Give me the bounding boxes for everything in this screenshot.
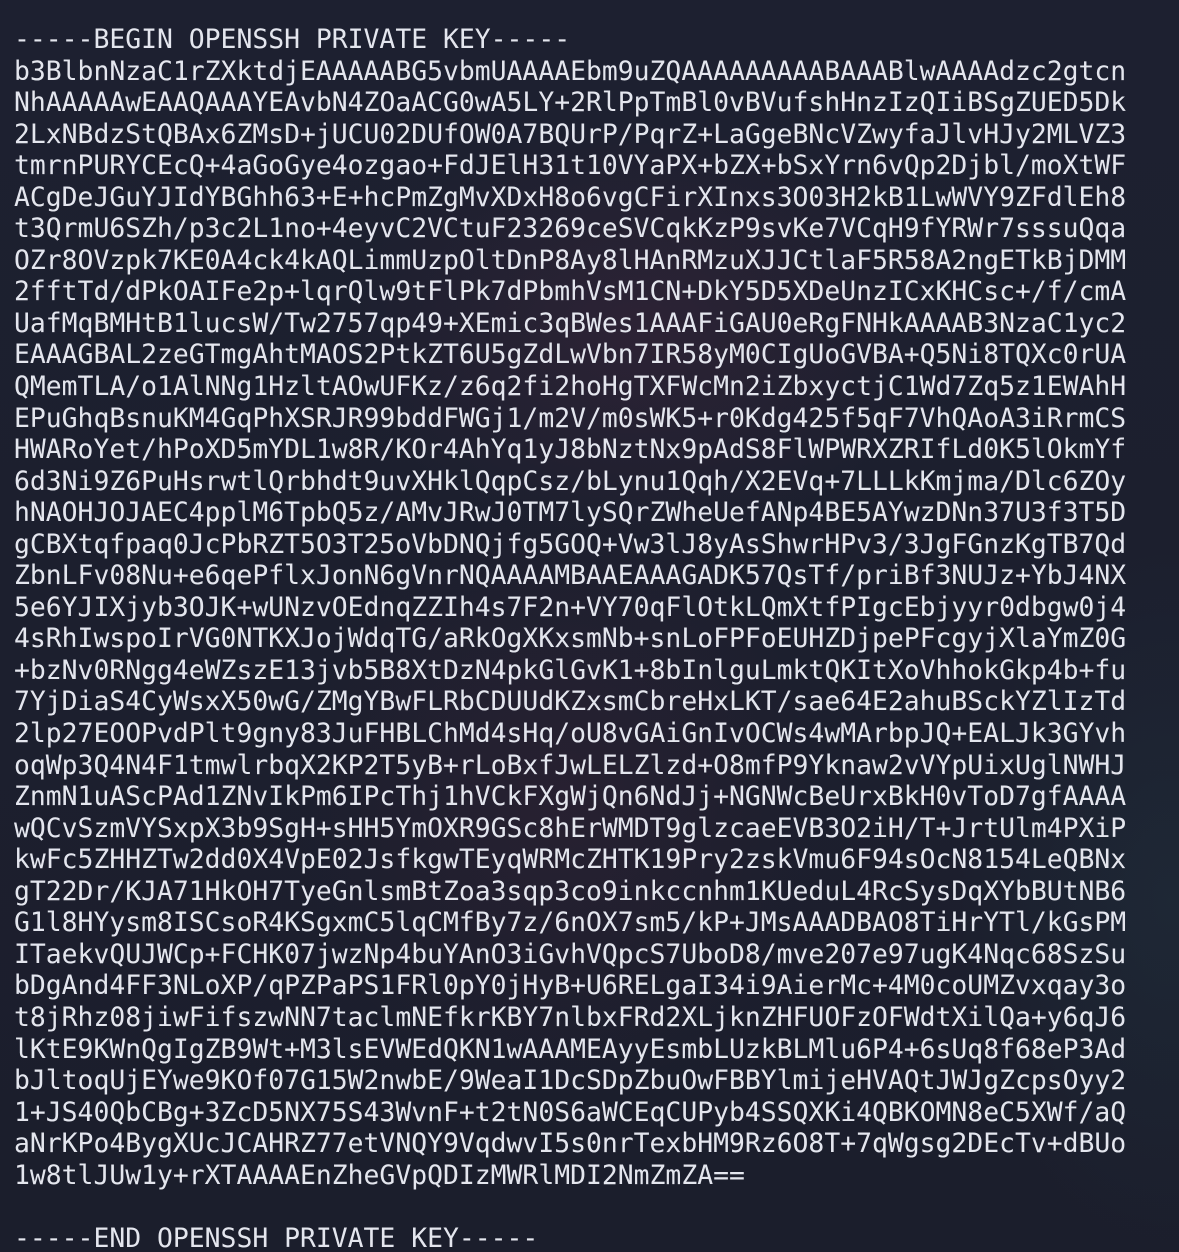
key-line: QMemTLA/o1AlNNg1HzltAOwUFKz/z6q2fi2hoHgT… [14,371,1127,403]
key-line: +bzNv0RNgg4eWZszE13jvb5B8XtDzN4pkGlGvK1+… [14,654,1127,686]
key-line: b3BlbnNzaC1rZXktdjEAAAAABG5vbmUAAAAEbm9u… [14,55,1127,87]
key-line: NhAAAAAwEAAQAAAYEAvbN4ZOaACG0wA5LY+2RlPp… [14,87,1127,119]
key-line: 7YjDiaS4CyWsxX50wG/ZMgYBwFLRbCDUUdKZxsmC… [14,686,1127,718]
key-line: 5e6YJIXjyb3OJK+wUNzvOEdnqZZIh4s7F2n+VY70… [14,591,1127,623]
key-line: OZr8OVzpk7KE0A4ck4kAQLimmUzpOltDnP8Ay8lH… [14,244,1127,276]
key-line: EAAAGBAL2zeGTmgAhtMAOS2PtkZT6U5gZdLwVbn7… [14,339,1127,371]
key-line: 2lp27EOOPvdPlt9gny83JuFHBLChMd4sHq/oU8vG… [14,718,1127,750]
key-line: 4sRhIwspoIrVG0NTKXJojWdqTG/aRkOgXKxsmNb+… [14,623,1127,655]
key-line: lKtE9KWnQgIgZB9Wt+M3lsEVWEdQKN1wAAAMEAyy… [14,1033,1127,1065]
key-line: EPuGhqBsnuKM4GqPhXSRJR99bddFWGj1/m2V/m0s… [14,402,1127,434]
key-line [14,1191,1126,1223]
key-line: G1l8HYysm8ISCsoR4KSgxmC5lqCMfBy7z/6nOX7s… [14,907,1127,939]
key-line: gT22Dr/KJA71HkOH7TyeGnlsmBtZoa3sqp3co9in… [14,875,1127,907]
key-line: kwFc5ZHHZTw2dd0X4VpE02JsfkgwTEyqWRMcZHTK… [14,844,1127,876]
key-line: bDgAnd4FF3NLoXP/qPZPaPS1FRl0pY0jHyB+U6RE… [14,970,1127,1002]
terminal-output[interactable]: -----BEGIN OPENSSH PRIVATE KEY----- b3Blb… [14,24,1126,1252]
key-line: UafMqBMHtB1lucsW/Tw2757qp49+XEmic3qBWes1… [14,307,1127,339]
key-line: ZbnLFv08Nu+e6qePflxJonN6gVnrNQAAAAMBAAEA… [14,560,1127,592]
key-line: 1w8tlJUw1y+rXTAAAAEnZheGVpQDIzMWRlMDI2Nm… [14,1159,745,1191]
key-line: 6d3Ni9Z6PuHsrwtlQrbhdt9uvXHklQqpCsz/bLyn… [14,465,1127,497]
key-line: t8jRhz08jiwFifszwNN7taclmNEfkrKBY7nlbxFR… [14,1001,1127,1033]
key-line: HWARoYet/hPoXD5mYDL1w8R/KOr4AhYq1yJ8bNzt… [14,434,1127,466]
key-line: 2fftTd/dPkOAIFe2p+lqrQlw9tFlPk7dPbmhVsM1… [14,276,1127,308]
key-line: 2LxNBdzStQBAx6ZMsD+jUCU02DUfOW0A7BQUrP/P… [14,118,1127,150]
key-begin-marker: -----BEGIN OPENSSH PRIVATE KEY----- [14,24,571,55]
key-end-marker: -----END OPENSSH PRIVATE KEY----- [14,1222,539,1252]
key-line: ACgDeJGuYJIdYBGhh63+E+hcPmZgMvXDxH8o6vgC… [14,181,1127,213]
key-line: tmrnPURYCEcQ+4aGoGye4ozgao+FdJElH31t10VY… [14,150,1127,182]
key-line: ITaekvQUJWCp+FCHK07jwzNp4buYAnO3iGvhVQpc… [14,938,1127,970]
key-line: gCBXtqfpaq0JcPbRZT5O3T25oVbDNQjfg5GOQ+Vw… [14,528,1127,560]
key-line: wQCvSzmVYSxpX3b9SgH+sHH5YmOXR9GSc8hErWMD… [14,812,1127,844]
key-line: hNAOHJOJAEC4pplM6TpbQ5z/AMvJRwJ0TM7lySQr… [14,497,1127,529]
key-line: oqWp3Q4N4F1tmwlrbqX2KP2T5yB+rLoBxfJwLELZ… [14,749,1127,781]
key-line: t3QrmU6SZh/p3c2L1no+4eyvC2VCtuF23269ceSV… [14,213,1127,245]
key-line: ZnmN1uAScPAd1ZNvIkPm6IPcThj1hVCkFXgWjQn6… [14,781,1127,813]
key-line: bJltoqUjEYwe9KOf07G15W2nwbE/9WeaI1DcSDpZ… [14,1065,1127,1097]
key-line: aNrKPo4BygXUcJCAHRZ77etVNQY9VqdwvI5s0nrT… [14,1128,1127,1160]
key-line: 1+JS40QbCBg+3ZcD5NX75S43WvnF+t2tN0S6aWCE… [14,1096,1127,1128]
